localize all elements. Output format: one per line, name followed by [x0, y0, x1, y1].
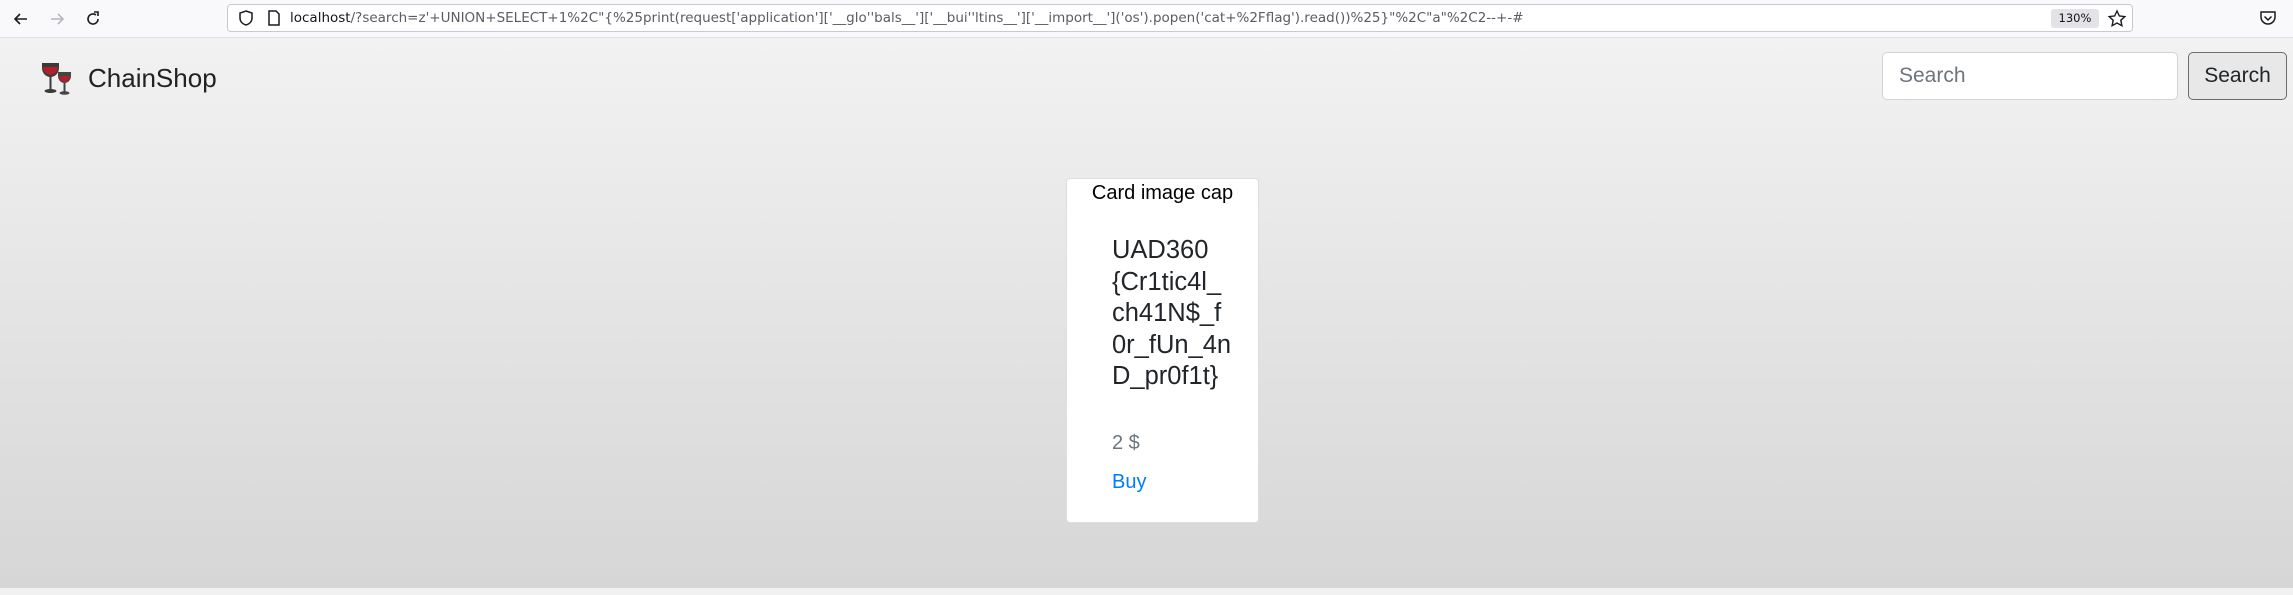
back-icon[interactable]: [6, 4, 36, 34]
page-icon[interactable]: [265, 9, 283, 27]
buy-link[interactable]: Buy: [1112, 471, 1146, 494]
card-image-alt-text: Card image cap: [1091, 182, 1234, 204]
wine-glasses-logo-icon: [42, 63, 71, 95]
zoom-badge[interactable]: 130%: [2051, 9, 2099, 28]
card-price: 2 $: [1112, 432, 1140, 454]
pocket-icon[interactable]: [2258, 8, 2278, 28]
reload-icon[interactable]: [78, 4, 108, 34]
brand-name: ChainShop: [88, 62, 217, 93]
bottom-strip: [0, 588, 2293, 595]
page-content: ChainShop Search Card image cap UAD360{C…: [0, 38, 2293, 588]
url-text[interactable]: localhost/?search=z'+UNION+SELECT+1%2C"{…: [290, 8, 1524, 28]
product-card: Card image cap UAD360{Cr1tic4l_ch41N$_f0…: [1066, 178, 1259, 523]
search-input[interactable]: [1882, 52, 2178, 100]
url-host: localhost: [290, 10, 351, 26]
url-path: /?search=z'+UNION+SELECT+1%2C"{%25print(…: [350, 10, 1524, 26]
forward-icon[interactable]: [42, 4, 72, 34]
star-icon[interactable]: [2106, 8, 2128, 30]
shield-icon[interactable]: [237, 9, 255, 27]
browser-toolbar: localhost/?search=z'+UNION+SELECT+1%2C"{…: [0, 0, 2293, 38]
brand[interactable]: ChainShop: [36, 56, 217, 100]
search-button[interactable]: Search: [2188, 52, 2287, 100]
url-bar[interactable]: localhost/?search=z'+UNION+SELECT+1%2C"{…: [227, 4, 2133, 32]
card-title: UAD360{Cr1tic4l_ch41N$_f0r_fUn_4nD_pr0f1…: [1112, 236, 1232, 390]
